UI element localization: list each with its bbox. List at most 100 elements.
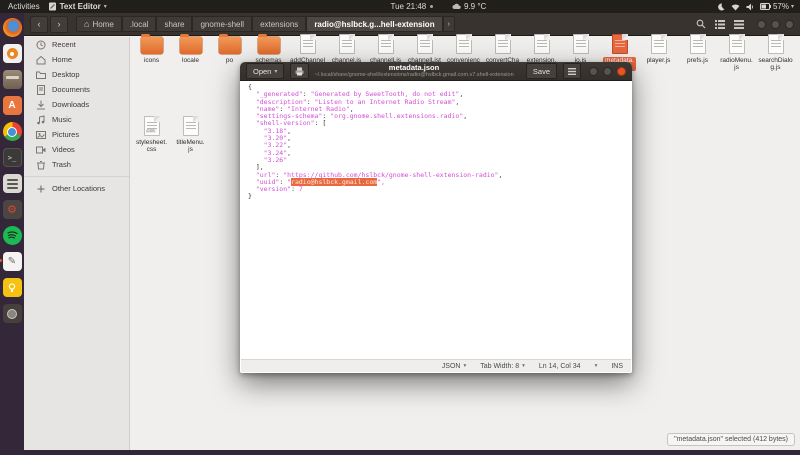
file-item[interactable]: locale — [171, 31, 210, 71]
code-line: } — [248, 192, 252, 201]
text-editor-icon — [48, 2, 56, 11]
breadcrumb-expand-icon[interactable]: › — [442, 16, 455, 32]
file-item[interactable]: prefs.js — [678, 31, 717, 71]
trash-icon — [37, 160, 45, 169]
dock-item-terminal[interactable]: >_ — [2, 148, 22, 167]
volume-icon — [746, 3, 753, 10]
menu-icon[interactable] — [734, 19, 744, 29]
ubuntu-software-icon: A — [2, 96, 22, 115]
file-icon — [377, 34, 394, 54]
folder-icon — [218, 34, 241, 54]
editor-text-area[interactable]: { "_generated": "Generated by SweetTooth… — [241, 81, 631, 359]
back-button[interactable]: ‹ — [30, 15, 48, 33]
system-settings-icon: ⚙ — [2, 200, 22, 219]
editor-title-area: metadata.json ~/.local/share/gnome-shell… — [306, 63, 522, 78]
file-icon — [533, 34, 550, 54]
dock-item-rhythmbox[interactable] — [2, 44, 22, 63]
dock-item-screenshot[interactable] — [2, 304, 22, 323]
language-selector[interactable]: JSON ▾ — [442, 363, 466, 370]
file-item[interactable]: player.js — [639, 31, 678, 71]
dock-item-ubuntu-software[interactable]: A — [2, 96, 22, 115]
activities-button[interactable]: Activities — [8, 2, 40, 11]
maximize-button[interactable] — [771, 19, 780, 29]
minimize-button[interactable] — [589, 66, 598, 76]
dock-item-notes[interactable] — [2, 278, 22, 297]
file-icon — [338, 34, 355, 54]
file-item[interactable]: titleMenu. js — [171, 113, 210, 153]
folder-icon — [140, 34, 163, 54]
dock-item-system-settings[interactable]: ⚙ — [2, 200, 22, 219]
system-indicators[interactable]: 57% ▾ — [717, 2, 800, 11]
clock-icon — [36, 40, 46, 49]
file-label: po — [225, 57, 234, 64]
sidebar-item-pictures[interactable]: Pictures — [24, 127, 129, 142]
close-button[interactable] — [785, 19, 794, 29]
sidebar-item-documents[interactable]: Documents — [24, 82, 129, 97]
breadcrumb-segment[interactable]: ⌂ Home — [76, 16, 122, 32]
rhythmbox-icon — [2, 44, 22, 63]
editor-window: Open ▾ metadata.json ~/.local/share/gnom… — [240, 62, 632, 373]
printer-icon — [295, 67, 304, 75]
clock[interactable]: Tue 21:48 — [391, 2, 427, 11]
home-icon: ⌂ — [84, 19, 90, 29]
dock-item-tweaks[interactable] — [2, 174, 22, 193]
sidebar-item-desktop[interactable]: Desktop — [24, 67, 129, 82]
sidebar-item-home[interactable]: Home — [24, 52, 129, 67]
breadcrumb-segment[interactable]: share — [156, 16, 193, 32]
save-button[interactable]: Save — [525, 63, 557, 79]
cursor-position[interactable]: Ln 14, Col 34 — [539, 363, 581, 370]
code-line: "3.24", — [263, 148, 292, 157]
code-line: "shell-version": [ — [255, 119, 327, 128]
file-item[interactable]: icons — [132, 31, 171, 71]
breadcrumb-segment[interactable]: .local — [121, 16, 157, 32]
file-icon — [455, 34, 472, 54]
sidebar-item-other-locations[interactable]: Other Locations — [24, 181, 129, 196]
file-item[interactable]: radioMenu. js — [717, 31, 756, 71]
text-editor-icon: ✎ — [2, 252, 22, 271]
menu-button[interactable] — [563, 63, 581, 79]
file-icon — [767, 34, 784, 54]
file-label: titleMenu. js — [176, 139, 205, 153]
close-button[interactable] — [617, 66, 626, 76]
dock-item-spotify[interactable] — [2, 226, 22, 245]
dock-item-chrome[interactable] — [2, 122, 22, 141]
dock-item-text-editor[interactable]: ✎ — [0, 252, 22, 271]
file-item[interactable]: CSS stylesheet. css — [132, 113, 171, 153]
dock-item-files[interactable] — [2, 70, 22, 89]
dock: A >_ ⚙ ✎ — [0, 13, 24, 455]
sidebar-item-trash[interactable]: Trash — [24, 157, 129, 172]
chevron-down-icon[interactable]: ▾ — [595, 363, 598, 369]
forward-button[interactable]: › — [50, 15, 68, 33]
open-button[interactable]: Open ▾ — [246, 63, 285, 79]
sidebar-item-downloads[interactable]: Downloads — [24, 97, 129, 112]
hamburger-icon — [568, 67, 576, 75]
folder-icon — [36, 71, 46, 79]
list-view-icon[interactable] — [715, 19, 725, 29]
minimize-button[interactable] — [757, 19, 766, 29]
file-icon — [182, 116, 199, 136]
sidebar-item-videos[interactable]: Videos — [24, 142, 129, 157]
sidebar-item-recent[interactable]: Recent — [24, 37, 129, 52]
file-item[interactable]: searchDialo g.js — [756, 31, 795, 71]
breadcrumb-segment[interactable]: radio@hslbck.g...hell-extension — [306, 16, 443, 32]
breadcrumb-segment[interactable]: extensions — [252, 16, 307, 32]
breadcrumb: ⌂ Home .local share gnome-shell extensions rad… — [76, 16, 443, 32]
dock-item-firefox[interactable] — [2, 18, 22, 37]
cloud-icon — [452, 3, 461, 9]
file-label: searchDialo g.js — [758, 57, 793, 71]
editor-headerbar: Open ▾ metadata.json ~/.local/share/gnom… — [240, 62, 632, 81]
app-menu[interactable]: Text Editor ▾ — [48, 2, 107, 11]
tweaks-icon — [2, 174, 22, 193]
search-icon[interactable] — [696, 19, 706, 29]
file-icon — [416, 34, 433, 54]
file-label: player.js — [646, 57, 671, 64]
maximize-button[interactable] — [603, 66, 612, 76]
tab-width-selector[interactable]: Tab Width: 8 ▾ — [480, 363, 525, 370]
music-icon — [37, 114, 45, 124]
file-icon — [689, 34, 706, 54]
document-icon — [37, 84, 45, 95]
breadcrumb-segment[interactable]: gnome-shell — [192, 16, 253, 32]
battery-icon — [759, 3, 771, 10]
photo-icon — [36, 130, 46, 139]
sidebar-item-music[interactable]: Music — [24, 112, 129, 127]
